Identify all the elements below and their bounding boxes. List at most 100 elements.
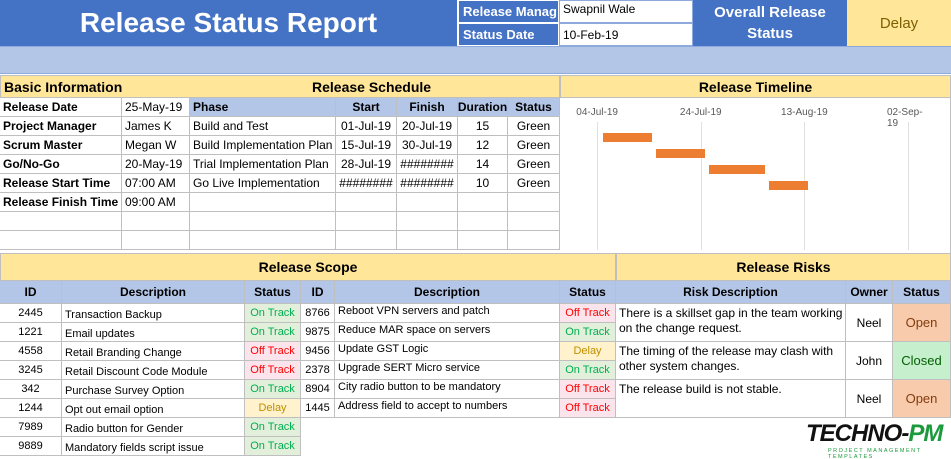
risk-owner[interactable]: John xyxy=(846,342,893,380)
schedule-status[interactable] xyxy=(508,212,560,231)
scope-item-description[interactable]: Retail Discount Code Module xyxy=(62,361,245,380)
release-manager-value[interactable]: Swapnil Wale xyxy=(559,0,693,23)
scope-item-id: 8766 xyxy=(301,304,335,323)
schedule-col-phase: Phase xyxy=(190,98,336,117)
schedule-phase[interactable]: Go Live Implementation xyxy=(190,174,336,193)
risk-status[interactable]: Closed xyxy=(893,342,951,380)
basic-info-value[interactable]: 20-May-19 xyxy=(122,155,190,174)
schedule-finish[interactable]: ######## xyxy=(397,155,458,174)
schedule-start[interactable] xyxy=(336,212,397,231)
scope-item-status[interactable]: Off Track xyxy=(560,399,616,418)
schedule-duration[interactable]: 12 xyxy=(458,136,508,155)
scope-item-description[interactable]: Reboot VPN servers and patch xyxy=(335,304,560,323)
scope-item-status[interactable]: Delay xyxy=(560,342,616,361)
scope-item-status[interactable]: Off Track xyxy=(560,380,616,399)
scope-item-description[interactable]: Retail Branding Change xyxy=(62,342,245,361)
basic-info-label: Release Finish Time xyxy=(0,193,122,212)
scope-item-description[interactable]: Upgrade SERT Micro service xyxy=(335,361,560,380)
risk-status[interactable]: Open xyxy=(893,304,951,342)
status-date-value[interactable]: 10-Feb-19 xyxy=(559,23,693,46)
basic-info-value[interactable] xyxy=(122,231,190,250)
schedule-finish[interactable]: ######## xyxy=(397,174,458,193)
overall-label-line1: Overall Release xyxy=(714,4,826,21)
schedule-status[interactable] xyxy=(508,231,560,250)
schedule-phase[interactable] xyxy=(190,193,336,212)
schedule-phase[interactable]: Trial Implementation Plan xyxy=(190,155,336,174)
basic-info-value[interactable]: 25-May-19 xyxy=(122,98,190,117)
schedule-phase[interactable] xyxy=(190,231,336,250)
scope-item-status[interactable]: On Track xyxy=(245,418,301,437)
schedule-finish[interactable]: 30-Jul-19 xyxy=(397,136,458,155)
scope-item-status[interactable]: Off Track xyxy=(245,361,301,380)
schedule-duration[interactable]: 14 xyxy=(458,155,508,174)
scope-item-description[interactable]: City radio button to be mandatory xyxy=(335,380,560,399)
schedule-start[interactable]: 01-Jul-19 xyxy=(336,117,397,136)
schedule-finish[interactable]: 20-Jul-19 xyxy=(397,117,458,136)
schedule-start[interactable]: 28-Jul-19 xyxy=(336,155,397,174)
schedule-phase[interactable] xyxy=(190,212,336,231)
scope-item-status[interactable]: On Track xyxy=(560,323,616,342)
schedule-duration[interactable] xyxy=(458,231,508,250)
scope-item-id: 8904 xyxy=(301,380,335,399)
scope-col-description: Description xyxy=(62,281,245,304)
schedule-start[interactable]: 15-Jul-19 xyxy=(336,136,397,155)
risk-description[interactable]: The release build is not stable. xyxy=(616,380,846,418)
scope-item-description[interactable]: Radio button for Gender xyxy=(62,418,245,437)
basic-info-value[interactable]: 07:00 AM xyxy=(122,174,190,193)
basic-info-value[interactable]: James K xyxy=(122,117,190,136)
overall-label-line2: Status xyxy=(747,25,793,42)
scope-col-id: ID xyxy=(301,281,335,304)
schedule-status[interactable]: Green xyxy=(508,117,560,136)
basic-info-value[interactable] xyxy=(122,212,190,231)
schedule-status[interactable]: Green xyxy=(508,174,560,193)
risk-description[interactable]: The timing of the release may clash with… xyxy=(616,342,846,380)
scope-item-status[interactable]: On Track xyxy=(245,323,301,342)
scope-item-status[interactable]: On Track xyxy=(245,380,301,399)
scope-item-description[interactable]: Address field to accept to numbers xyxy=(335,399,560,418)
schedule-phase[interactable]: Build and Test xyxy=(190,117,336,136)
scope-item-status[interactable]: On Track xyxy=(245,437,301,456)
schedule-status[interactable]: Green xyxy=(508,136,560,155)
schedule-start[interactable]: ######## xyxy=(336,174,397,193)
schedule-status[interactable] xyxy=(508,193,560,212)
scope-item-description[interactable]: Email updates xyxy=(62,323,245,342)
overall-status-value[interactable]: Delay xyxy=(847,0,951,46)
risk-status[interactable]: Open xyxy=(893,380,951,418)
release-timeline-title: Release Timeline xyxy=(560,75,951,98)
schedule-start[interactable] xyxy=(336,193,397,212)
scope-item-id: 1445 xyxy=(301,399,335,418)
risk-owner[interactable]: Neel xyxy=(846,304,893,342)
scope-item-description[interactable]: Opt out email option xyxy=(62,399,245,418)
schedule-finish[interactable] xyxy=(397,231,458,250)
basic-info-label: Release Date xyxy=(0,98,122,117)
risk-owner[interactable]: Neel xyxy=(846,380,893,418)
basic-info-value[interactable]: Megan W xyxy=(122,136,190,155)
scope-item-status[interactable]: On Track xyxy=(245,304,301,323)
scope-item-status[interactable]: On Track xyxy=(560,361,616,380)
schedule-duration[interactable] xyxy=(458,193,508,212)
risk-description[interactable]: There is a skillset gap in the team work… xyxy=(616,304,846,342)
basic-info-value[interactable]: 09:00 AM xyxy=(122,193,190,212)
scope-col-id: ID xyxy=(0,281,62,304)
schedule-finish[interactable] xyxy=(397,212,458,231)
scope-item-description[interactable]: Reduce MAR space on servers xyxy=(335,323,560,342)
scope-item-status[interactable]: Off Track xyxy=(560,304,616,323)
scope-item-description[interactable]: Transaction Backup xyxy=(62,304,245,323)
techno-pm-logo: TECHNO-PM PROJECT MANAGEMENT TEMPLATES xyxy=(806,418,946,459)
scope-item-status[interactable]: Delay xyxy=(245,399,301,418)
scope-item-id: 7989 xyxy=(0,418,62,437)
scope-item-description[interactable]: Mandatory fields script issue xyxy=(62,437,245,456)
schedule-duration[interactable]: 15 xyxy=(458,117,508,136)
scope-item-status[interactable]: Off Track xyxy=(245,342,301,361)
schedule-duration[interactable]: 10 xyxy=(458,174,508,193)
scope-item-description[interactable]: Update GST Logic xyxy=(335,342,560,361)
basic-info-label xyxy=(0,231,122,250)
scope-item-description[interactable]: Purchase Survey Option xyxy=(62,380,245,399)
basic-info-label: Release Start Time xyxy=(0,174,122,193)
schedule-status[interactable]: Green xyxy=(508,155,560,174)
schedule-phase[interactable]: Build Implementation Plan xyxy=(190,136,336,155)
scope-item-id: 1244 xyxy=(0,399,62,418)
schedule-start[interactable] xyxy=(336,231,397,250)
schedule-finish[interactable] xyxy=(397,193,458,212)
schedule-duration[interactable] xyxy=(458,212,508,231)
